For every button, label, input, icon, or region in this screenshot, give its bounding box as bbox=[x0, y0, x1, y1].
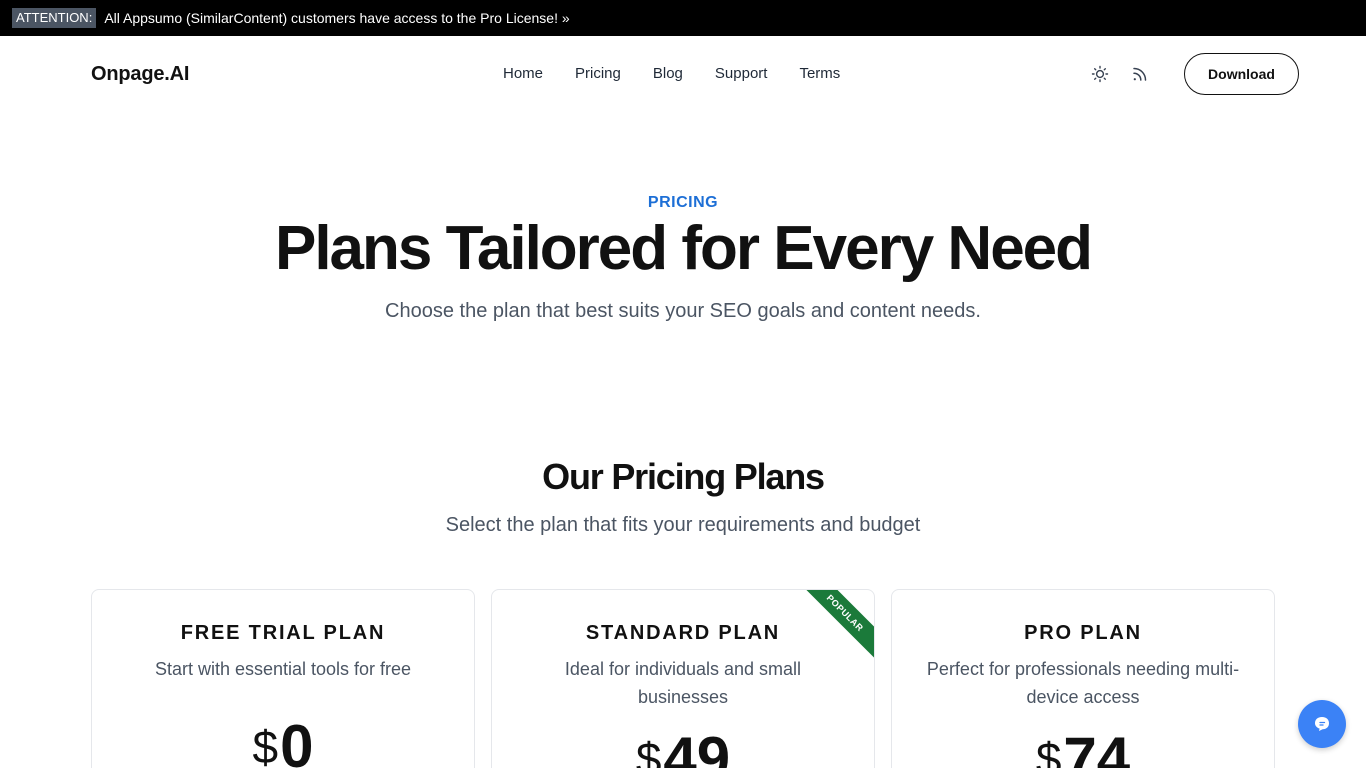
popular-ribbon: POPULAR bbox=[798, 590, 874, 666]
plan-card-standard: POPULAR STANDARD PLAN Ideal for individu… bbox=[491, 589, 875, 768]
plans-title: Our Pricing Plans bbox=[542, 456, 825, 497]
site-header: Onpage.AI Home Pricing Blog Support Term… bbox=[0, 36, 1366, 112]
price-amount: 49 bbox=[663, 725, 731, 768]
download-button[interactable]: Download bbox=[1184, 53, 1299, 95]
price-currency: $ bbox=[252, 721, 279, 768]
chat-icon bbox=[1315, 717, 1329, 731]
price-currency: $ bbox=[635, 733, 662, 768]
plans-header: Our Pricing Plans Select the plan that f… bbox=[0, 452, 1366, 537]
page-subtitle: Choose the plan that best suits your SEO… bbox=[385, 300, 981, 322]
main-nav: Home Pricing Blog Support Terms bbox=[503, 65, 872, 82]
nav-blog[interactable]: Blog bbox=[653, 65, 683, 82]
attention-tag: ATTENTION: bbox=[12, 8, 97, 28]
price-amount: 0 bbox=[280, 713, 314, 768]
announcement-link[interactable]: All Appsumo (SimilarContent) customers h… bbox=[104, 10, 569, 26]
plan-name: FREE TRIAL PLAN bbox=[180, 622, 386, 644]
announcement-bar: ATTENTION: All Appsumo (SimilarContent) … bbox=[0, 0, 1366, 36]
plan-price: $ 49 bbox=[492, 729, 874, 768]
plan-description: Start with essential tools for free bbox=[154, 659, 412, 679]
plan-card-pro: PRO PLAN Perfect for professionals needi… bbox=[891, 589, 1275, 768]
nav-home[interactable]: Home bbox=[503, 65, 543, 82]
site-logo[interactable]: Onpage.AI bbox=[91, 63, 189, 86]
plan-name: PRO PLAN bbox=[1024, 622, 1142, 644]
nav-pricing[interactable]: Pricing bbox=[575, 65, 621, 82]
chat-widget-button[interactable] bbox=[1298, 700, 1346, 748]
sun-icon[interactable] bbox=[1090, 64, 1110, 84]
pricing-hero: PRICING Plans Tailored for Every Need Ch… bbox=[0, 190, 1366, 323]
plan-price: $ 74 bbox=[892, 729, 1274, 768]
plan-description: Perfect for professionals needing multi-… bbox=[926, 659, 1240, 707]
section-eyebrow: PRICING bbox=[647, 194, 719, 211]
nav-support[interactable]: Support bbox=[715, 65, 768, 82]
popular-badge: POPULAR bbox=[798, 590, 874, 660]
price-currency: $ bbox=[1035, 733, 1062, 768]
plan-card-free-trial: FREE TRIAL PLAN Start with essential too… bbox=[91, 589, 475, 768]
plans-subtitle: Select the plan that fits your requireme… bbox=[445, 514, 921, 536]
price-amount: 74 bbox=[1063, 725, 1131, 768]
plan-price: $ 0 bbox=[92, 717, 474, 768]
page-title: Plans Tailored for Every Need bbox=[274, 214, 1093, 283]
rss-icon[interactable] bbox=[1130, 64, 1150, 84]
nav-terms[interactable]: Terms bbox=[799, 65, 840, 82]
